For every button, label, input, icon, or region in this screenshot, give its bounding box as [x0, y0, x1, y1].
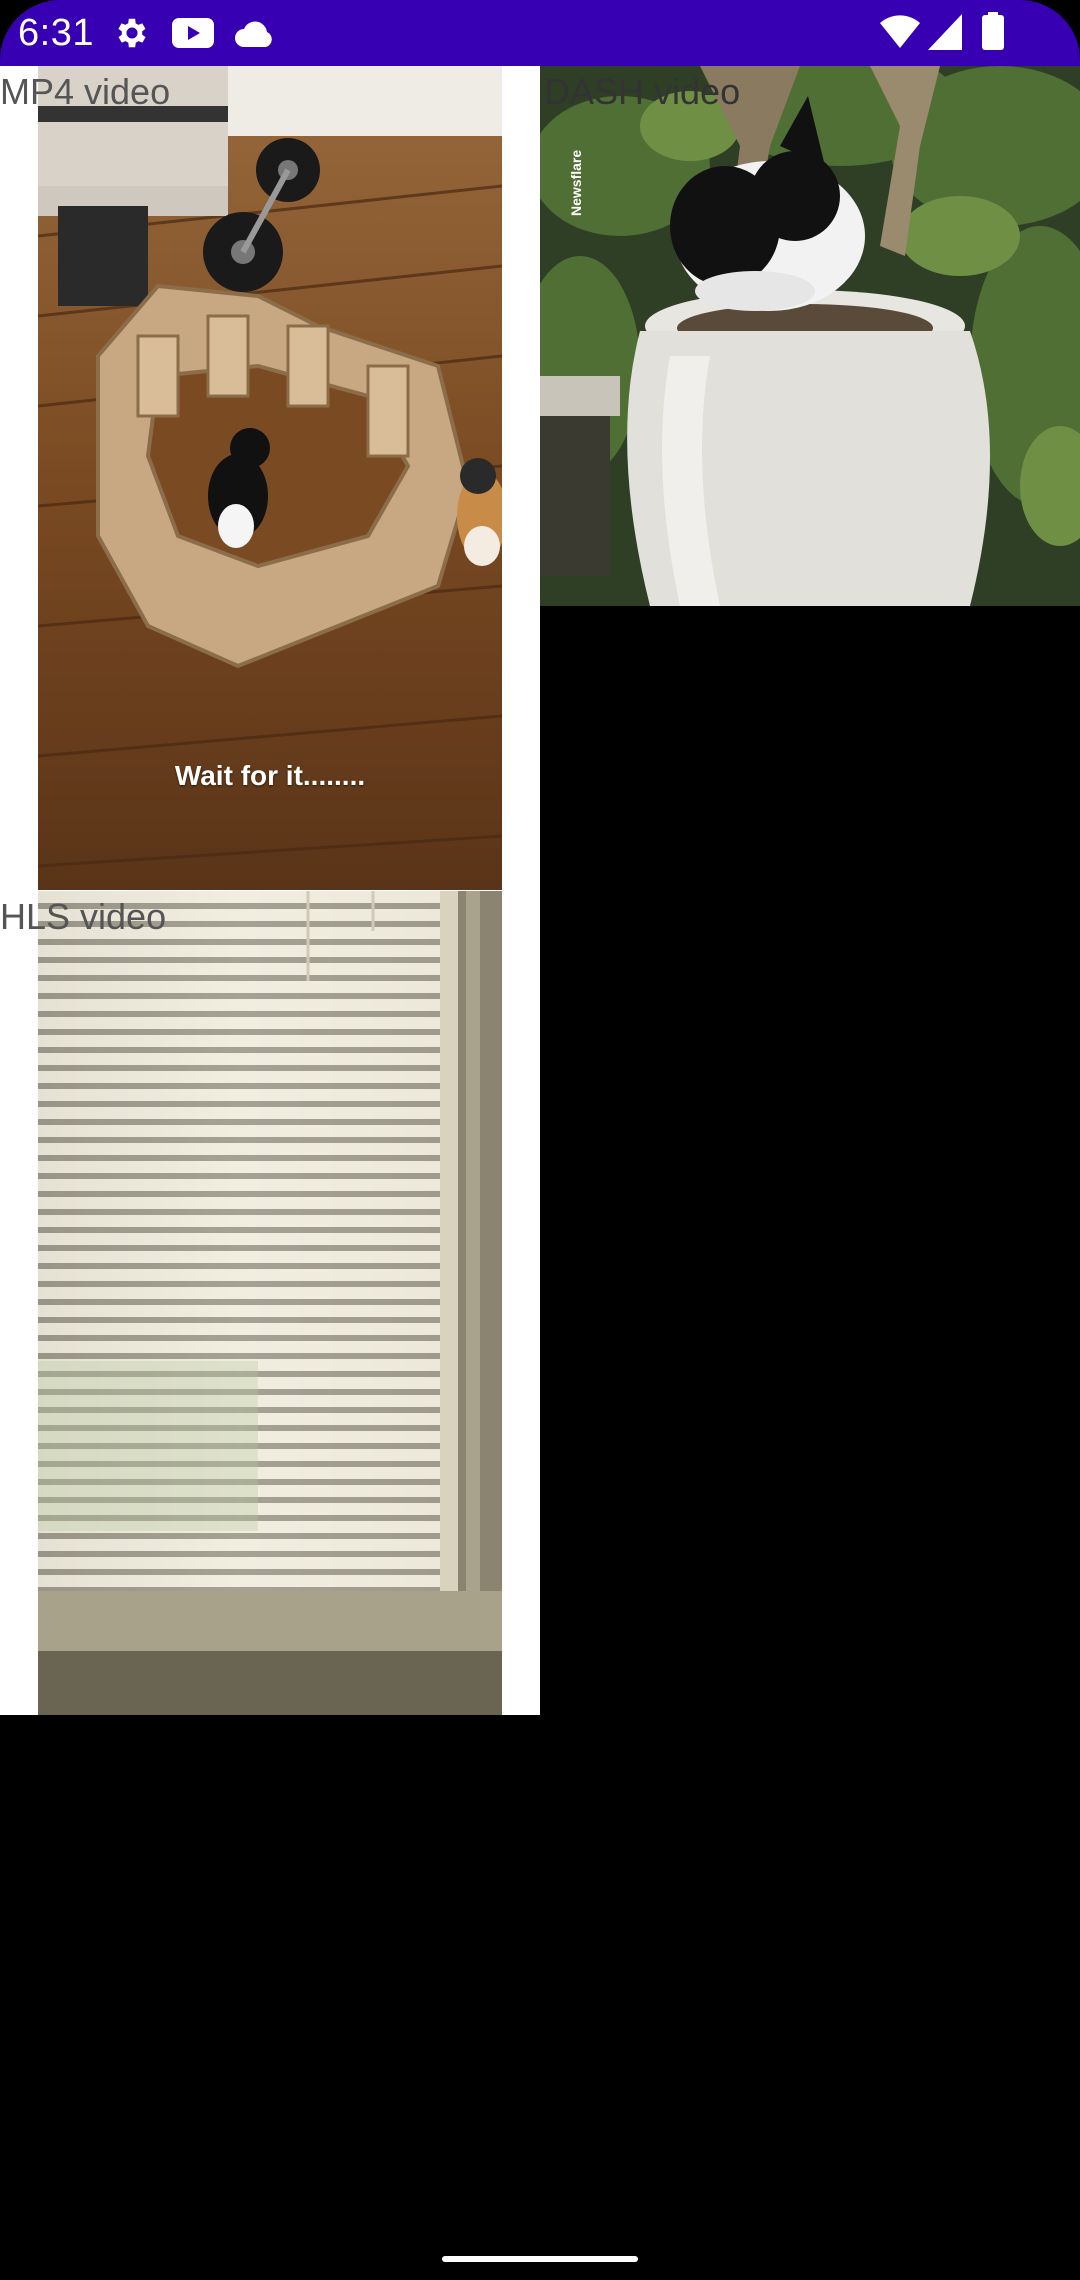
dash-video-panel: Newsflare DASH video — [540, 66, 1080, 606]
gesture-nav-handle[interactable] — [442, 2256, 638, 2262]
phone-screen: 6:31 Wait for it........ MP4 video Newsf… — [0, 0, 1080, 2280]
cloud-icon — [233, 20, 275, 53]
mp4-video-caption: Wait for it........ — [174, 760, 366, 791]
hls-video-frame — [38, 891, 502, 1715]
dash-video-label: DASH video — [544, 71, 741, 112]
status-bar: 6:31 — [0, 0, 1080, 66]
dash-video-player[interactable]: Newsflare — [540, 66, 1080, 606]
youtube-icon — [172, 18, 214, 53]
wifi-icon — [880, 15, 920, 54]
hls-video-label: HLS video — [0, 896, 167, 937]
mp4-video-panel: Wait for it........ MP4 video — [0, 66, 540, 891]
hls-video-panel: HLS video — [0, 891, 540, 1715]
signal-icon — [928, 14, 962, 55]
hls-video-player[interactable] — [38, 891, 502, 1715]
battery-icon — [982, 12, 1004, 55]
gear-icon — [113, 14, 151, 57]
mp4-video-player[interactable]: Wait for it........ — [38, 66, 502, 890]
status-time: 6:31 — [18, 12, 94, 54]
mp4-video-label: MP4 video — [0, 71, 171, 112]
dash-video-watermark: Newsflare — [568, 149, 584, 216]
video-list: Wait for it........ MP4 video Newsflare … — [0, 66, 1080, 2280]
dash-video-frame — [540, 66, 1080, 606]
